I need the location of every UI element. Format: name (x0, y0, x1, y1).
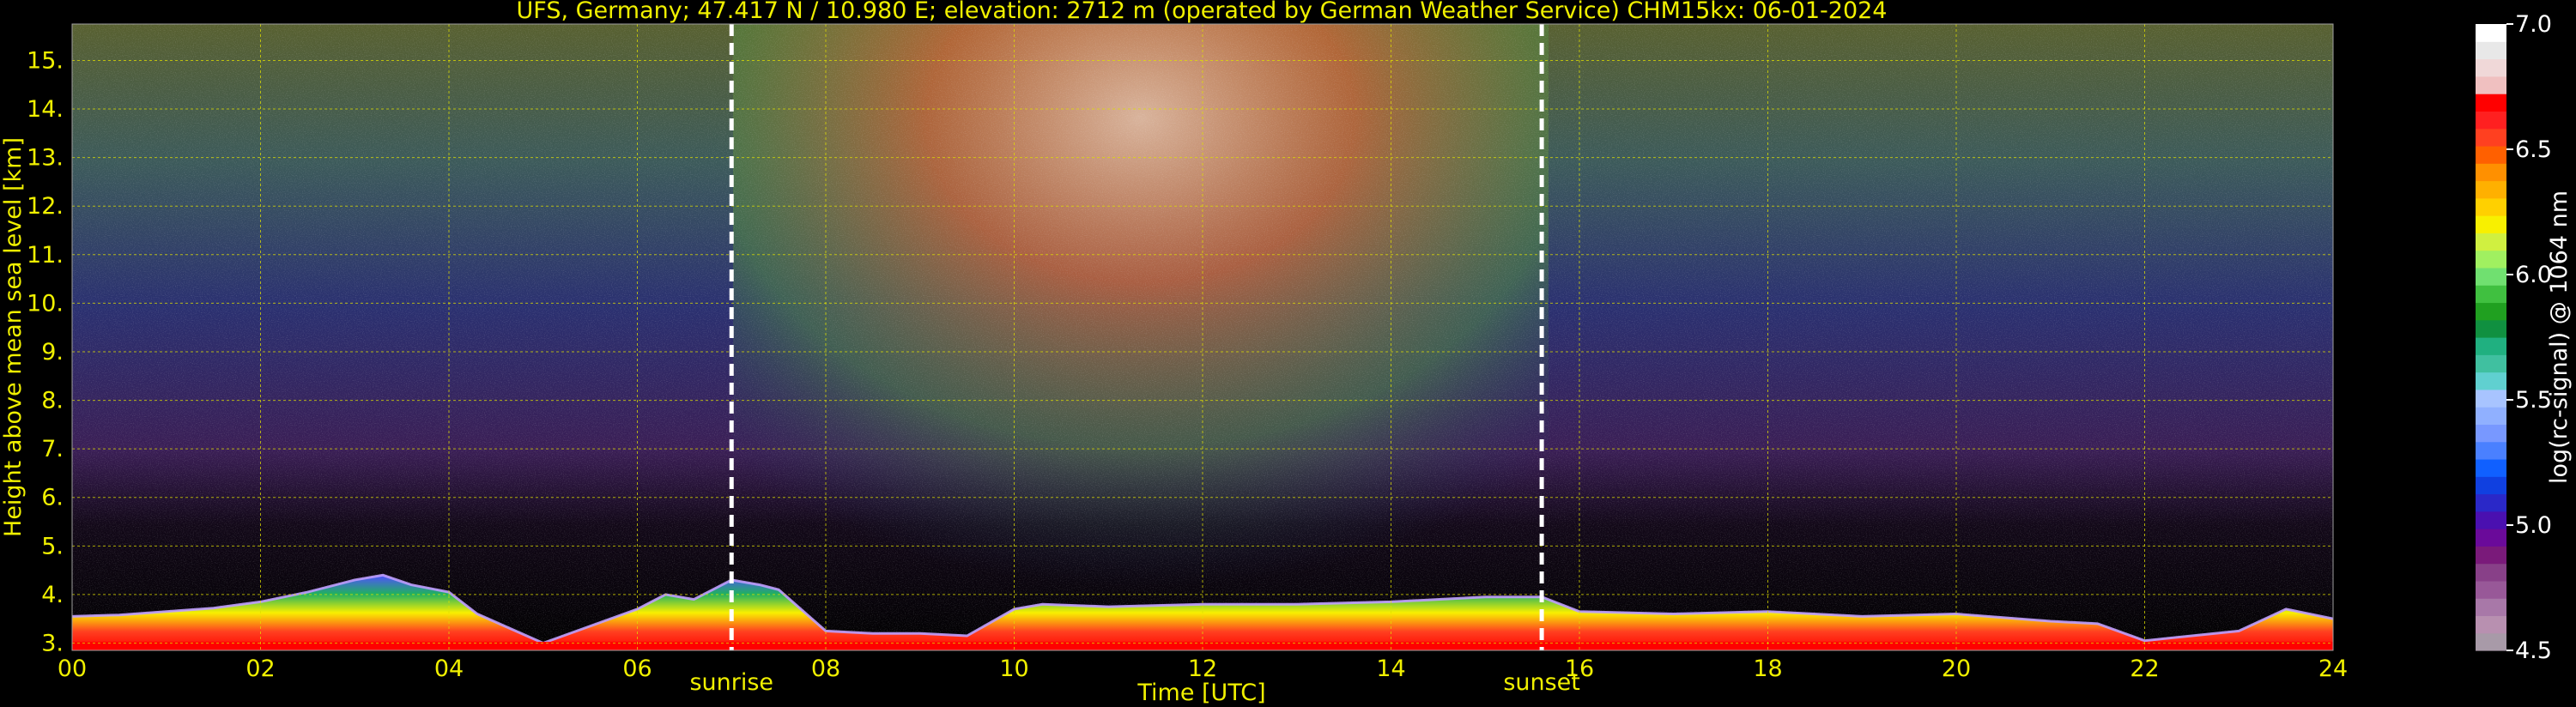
colorbar-tick-label: 6.5 (2515, 136, 2552, 163)
y-tick-label: 3. (41, 631, 64, 657)
colorbar-segment (2476, 319, 2506, 338)
colorbar-segment (2476, 458, 2506, 477)
colorbar-segment (2476, 389, 2506, 408)
colorbar-segment (2476, 233, 2506, 251)
x-axis-ticks: 00 02 04 06 08 10 12 14 16 18 20 22 24 (58, 656, 2348, 682)
colorbar-segment (2476, 598, 2506, 617)
y-tick-label: 11. (27, 242, 64, 269)
sunset-label: sunset (1503, 669, 1580, 696)
x-tick-label: 22 (2130, 656, 2159, 682)
colorbar-segment (2476, 441, 2506, 460)
colorbar-tick-label: 5.0 (2515, 512, 2552, 539)
colorbar-segment (2476, 285, 2506, 304)
x-tick-label: 08 (811, 656, 840, 682)
colorbar-label: log(rc-signal) @ 1064 nm (2546, 190, 2573, 484)
colorbar-segment (2476, 563, 2506, 582)
colorbar-segment (2476, 493, 2506, 512)
colorbar-segment (2476, 580, 2506, 599)
colorbar-segment (2476, 41, 2506, 60)
x-tick-label: 20 (1942, 656, 1971, 682)
colorbar-tick-label: 7.0 (2515, 11, 2552, 38)
colorbar-segment (2476, 529, 2506, 547)
x-axis-label: Time [UTC] (1136, 680, 1265, 706)
x-tick-label: 10 (999, 656, 1028, 682)
colorbar-segment (2476, 250, 2506, 269)
colorbar-segment (2476, 546, 2506, 565)
colorbar-segment (2476, 267, 2506, 286)
colorbar-segment (2476, 354, 2506, 373)
y-axis-label: Height above mean sea level [km] (0, 137, 27, 537)
x-tick-label: 02 (245, 656, 275, 682)
ceilometer-figure: 00 02 04 06 08 10 12 14 16 18 20 22 24 3. 4. 5. 6. 7. 8. 9… (0, 0, 2576, 707)
colorbar-segment (2476, 407, 2506, 425)
x-tick-label: 12 (1188, 656, 1217, 682)
y-tick-label: 12. (27, 193, 64, 220)
colorbar-segment (2476, 58, 2506, 77)
colorbar-segment (2476, 424, 2506, 443)
y-tick-label: 4. (41, 582, 64, 608)
x-tick-label: 14 (1376, 656, 1405, 682)
colorbar-segment (2476, 94, 2506, 112)
colorbar-segment (2476, 302, 2506, 321)
colorbar-segment (2476, 76, 2506, 94)
colorbar-segment (2476, 197, 2506, 216)
x-tick-label: 18 (1753, 656, 1782, 682)
y-tick-label: 6. (41, 485, 64, 511)
colorbar-segment (2476, 24, 2506, 42)
x-tick-label: 06 (622, 656, 652, 682)
y-tick-label: 10. (27, 290, 64, 317)
x-tick-label: 04 (434, 656, 464, 682)
colorbar-segment (2476, 128, 2506, 147)
y-tick-label: 5. (41, 533, 64, 559)
chart-title: UFS, Germany; 47.417 N / 10.980 E; eleva… (517, 0, 1888, 24)
y-tick-label: 14. (27, 96, 64, 123)
colorbar-segment (2476, 145, 2506, 164)
x-tick-label: 24 (2318, 656, 2348, 682)
y-tick-label: 15. (27, 47, 64, 74)
ceilometer-chart: 00 02 04 06 08 10 12 14 16 18 20 22 24 3.4.5.6.7.8.9… (0, 0, 2573, 706)
colorbar-segment (2476, 372, 2506, 390)
y-tick-label: 7. (41, 436, 64, 462)
x-tick-label: 00 (58, 656, 87, 682)
y-tick-label: 9. (41, 339, 64, 366)
y-tick-label: 8. (41, 388, 64, 414)
colorbar-segment (2476, 215, 2506, 233)
colorbar-segment (2476, 111, 2506, 130)
colorbar-segment (2476, 632, 2506, 651)
y-tick-label: 13. (27, 145, 64, 172)
y-axis-ticks: 3. 4. 5. 6. 7. 8. 9. 10. 11. 12. 13. 14. 15. (27, 47, 64, 656)
colorbar-segment (2476, 615, 2506, 634)
colorbar-segment (2476, 337, 2506, 355)
colorbar-segment (2476, 180, 2506, 199)
sunrise-label: sunrise (689, 669, 773, 696)
colorbar-segment (2476, 511, 2506, 529)
colorbar-tick-label: 4.5 (2515, 638, 2552, 664)
colorbar-segment (2476, 163, 2506, 182)
colorbar-segment (2476, 476, 2506, 495)
colorbar: 4.55.05.56.06.57.0 (2476, 11, 2552, 664)
